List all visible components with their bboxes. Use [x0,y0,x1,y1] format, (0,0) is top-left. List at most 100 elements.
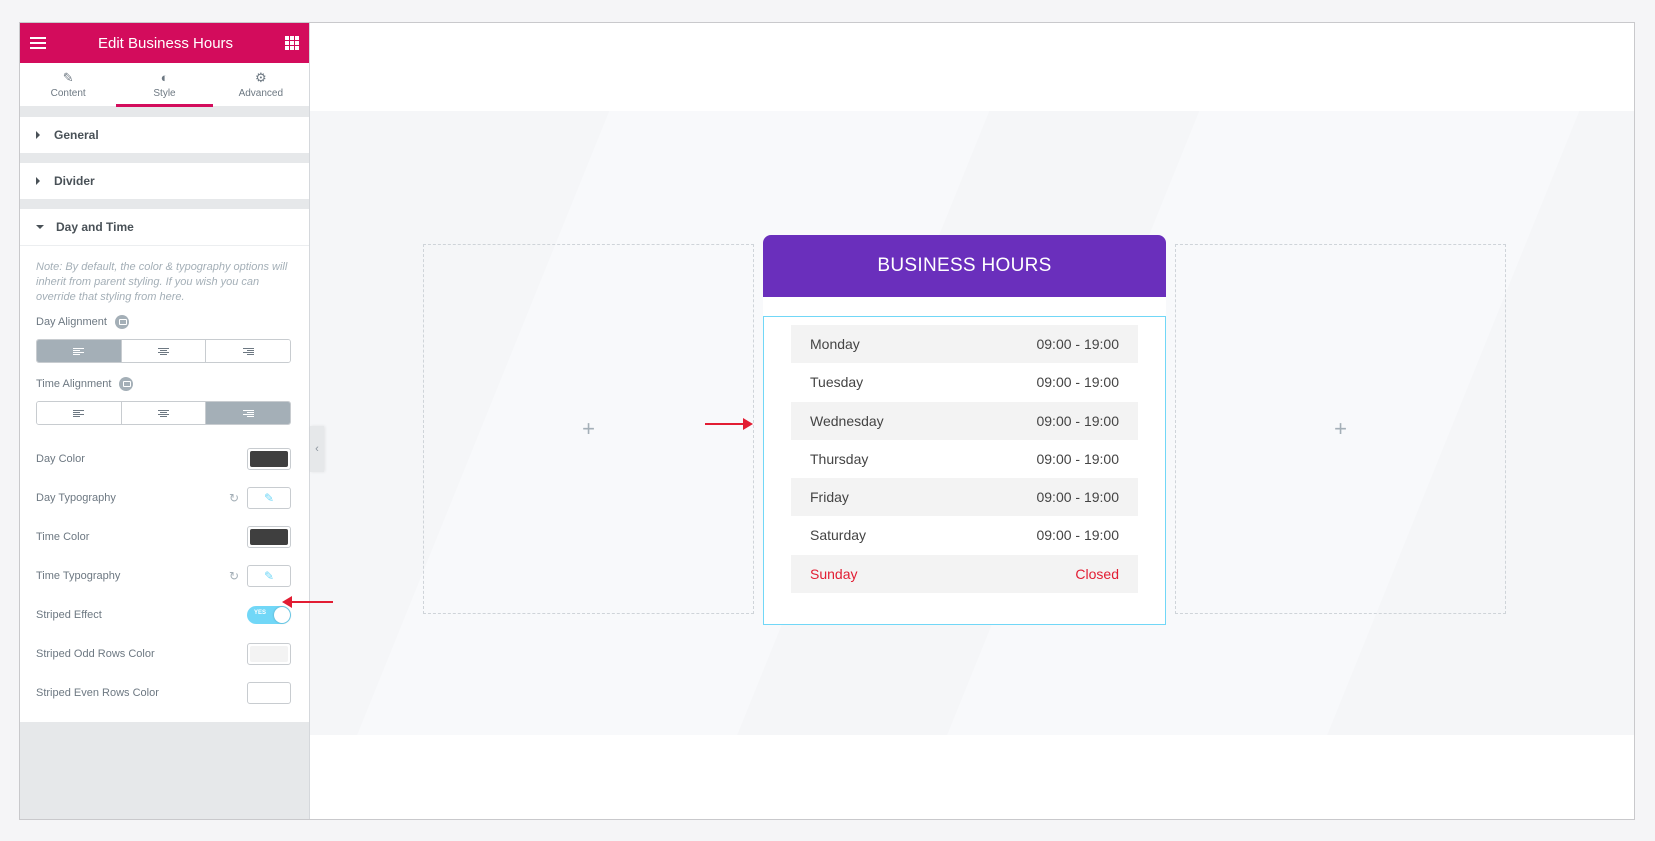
tab-style[interactable]: ◐ Style [116,63,213,107]
section-day-time-label: Day and Time [56,220,134,234]
time-label: Closed [1075,565,1119,582]
day-align-right-button[interactable] [206,340,290,362]
pencil-icon: ✎ [263,490,275,505]
align-left-icon [73,409,85,417]
table-row: Sunday Closed [791,554,1138,593]
time-align-center-button[interactable] [121,402,207,424]
section-general[interactable]: General [20,117,309,153]
section-divider[interactable]: Divider [20,163,309,199]
time-typography-label: Time Typography [36,569,121,582]
empty-column-left[interactable]: + [423,244,754,614]
time-typography-edit-button[interactable]: ✎ [247,564,291,587]
pencil-icon: ✎ [263,568,275,583]
gear-icon: ⚙ [254,70,267,85]
pencil-icon: ✎ [62,70,74,85]
table-row: Friday 09:00 - 19:00 [791,478,1138,517]
caret-right-icon [36,131,40,139]
time-label: 09:00 - 19:00 [1036,336,1119,352]
day-alignment-text: Day Alignment [36,316,107,328]
day-label: Thursday [810,450,869,467]
annotation-arrow-left-icon [282,596,333,608]
caret-right-icon [36,177,40,185]
toggle-knob [274,606,290,623]
time-align-left-button[interactable] [37,402,122,424]
day-color-label: Day Color [36,452,85,465]
tab-content-label: Content [50,88,86,99]
toggle-state-label: YES [254,609,267,616]
tab-style-label: Style [153,88,176,99]
chevron-left-icon: ‹ [315,443,319,455]
inherit-note: Note: By default, the color & typography… [36,261,288,303]
reset-icon[interactable]: ↻ [229,491,239,505]
day-label: Wednesday [810,412,884,429]
day-color-control: Day Color [36,439,291,478]
time-label: 09:00 - 19:00 [1036,374,1119,391]
business-hours-title: BUSINESS HOURS [877,255,1052,276]
business-hours-widget[interactable]: BUSINESS HOURS Monday 09:00 - 19:00 Tuesda… [763,235,1166,625]
striped-even-color-picker[interactable] [247,681,291,704]
time-label: 09:00 - 19:00 [1036,450,1119,467]
day-label: Tuesday [810,374,864,391]
time-label: 09:00 - 19:00 [1036,527,1119,544]
striped-effect-toggle[interactable]: YES [247,605,291,624]
striped-effect-control: Striped Effect YES [36,595,291,634]
business-hours-header: BUSINESS HOURS [763,235,1166,297]
align-left-icon [73,347,85,355]
tab-content[interactable]: ✎ Content [20,63,116,106]
tab-advanced[interactable]: ⚙ Advanced [213,63,309,106]
desktop-responsive-icon[interactable] [119,377,134,391]
time-typography-control: Time Typography ↻ ✎ [36,556,291,595]
desktop-responsive-icon[interactable] [114,315,129,329]
add-element-icon[interactable]: + [582,416,595,442]
section-divider-label: Divider [54,174,95,188]
striped-effect-label: Striped Effect [36,608,102,621]
day-color-picker[interactable] [247,447,291,470]
menu-icon[interactable] [30,37,46,49]
panel-tabs: ✎ Content ◐ Style ⚙ Advanced [20,63,309,107]
contrast-icon: ◐ [160,70,169,85]
tab-advanced-label: Advanced [238,88,284,99]
editor-panel: Edit Business Hours ✎ Content ◐ Style ⚙ … [20,23,310,819]
align-right-icon [242,347,254,355]
striped-odd-control: Striped Odd Rows Color [36,634,291,673]
business-hours-list[interactable]: Monday 09:00 - 19:00 Tuesday 09:00 - 19:00 W… [763,316,1166,625]
annotation-arrow-right-icon [705,418,753,430]
time-align-right-button[interactable] [206,402,290,424]
striped-even-label: Striped Even Rows Color [36,686,159,699]
day-label: Friday [810,489,849,506]
day-typography-edit-button[interactable]: ✎ [247,486,291,509]
day-align-left-button[interactable] [37,340,122,362]
time-label: 09:00 - 19:00 [1036,412,1119,429]
reset-icon[interactable]: ↻ [229,569,239,583]
section-general-label: General [54,128,99,142]
header-spacer [763,297,1166,316]
table-row: Monday 09:00 - 19:00 [791,325,1138,363]
day-time-controls: Note: By default, the color & typography… [20,245,309,722]
striped-even-control: Striped Even Rows Color [36,673,291,712]
day-alignment-choices [36,339,291,363]
table-row: Wednesday 09:00 - 19:00 [791,401,1138,440]
align-center-icon [158,409,169,417]
editor-window: Edit Business Hours ✎ Content ◐ Style ⚙ … [19,22,1635,820]
time-alignment-text: Time Alignment [36,378,112,390]
add-element-icon[interactable]: + [1334,416,1347,442]
day-label: Saturday [810,527,867,544]
time-color-picker[interactable] [247,525,291,548]
time-color-control: Time Color [36,517,291,556]
widgets-grid-icon[interactable] [285,36,299,50]
day-typography-control: Day Typography ↻ ✎ [36,478,291,517]
striped-odd-label: Striped Odd Rows Color [36,647,155,660]
time-color-label: Time Color [36,530,90,543]
day-label: Sunday [810,565,858,582]
striped-odd-color-picker[interactable] [247,642,291,665]
align-right-icon [242,409,254,417]
collapse-panel-handle[interactable]: ‹ [310,426,324,472]
empty-column-right[interactable]: + [1175,244,1506,614]
day-align-center-button[interactable] [121,340,207,362]
table-row: Thursday 09:00 - 19:00 [791,440,1138,478]
section-day-time[interactable]: Day and Time [20,209,309,245]
section-background: + + BUSINESS HOURS Monday 09:00 - 19:00 Tu… [310,111,1634,735]
day-alignment-label: Day Alignment [36,315,291,329]
caret-down-icon [36,225,44,229]
table-row: Saturday 09:00 - 19:00 [791,516,1138,554]
